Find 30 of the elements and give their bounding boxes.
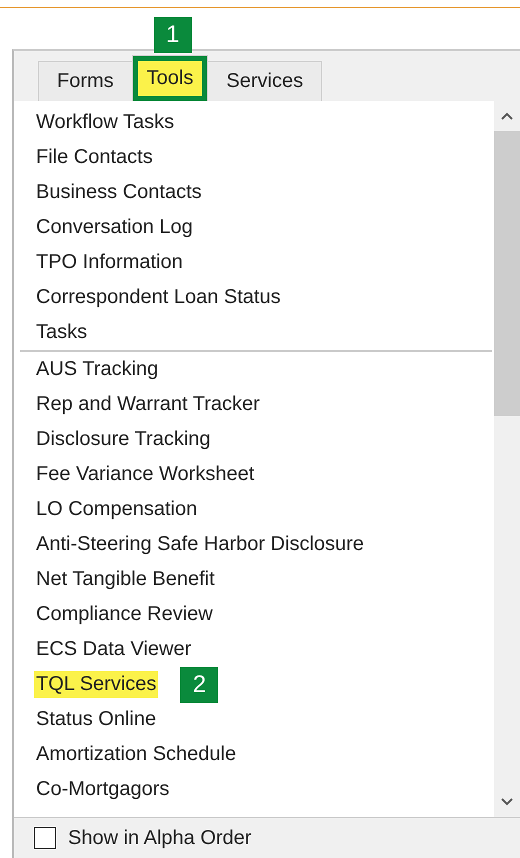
list-item[interactable]: Fee Variance Worksheet: [34, 461, 256, 488]
scrollbar-thumb[interactable]: [494, 131, 520, 416]
list-item[interactable]: Compliance Review: [34, 601, 215, 628]
list-item[interactable]: LO Compensation: [34, 496, 200, 523]
callout-number: 2: [180, 666, 218, 702]
callout-number: 1: [154, 17, 192, 53]
list-item[interactable]: Correspondent Loan Status: [34, 284, 283, 311]
list-item[interactable]: TPO Information: [34, 249, 185, 276]
list-item[interactable]: Workflow Tasks: [34, 109, 176, 136]
scrollbar[interactable]: [494, 101, 520, 817]
list-item[interactable]: Rep and Warrant Tracker: [34, 391, 262, 418]
tab[interactable]: Services: [207, 61, 322, 101]
scroll-up-icon[interactable]: [500, 111, 514, 121]
list-item[interactable]: Amortization Schedule: [34, 741, 238, 768]
list-item[interactable]: Tasks: [34, 319, 90, 346]
list-item[interactable]: ECS Data Viewer: [34, 636, 194, 663]
list-item[interactable]: Business Contacts: [34, 179, 204, 206]
list-item[interactable]: AUS Tracking: [34, 356, 160, 383]
list-item[interactable]: Status Online: [34, 706, 158, 733]
scroll-down-icon[interactable]: [500, 797, 514, 807]
list-item[interactable]: Anti-Steering Safe Harbor Disclosure: [34, 531, 366, 558]
list-item[interactable]: Co-Mortgagors: [34, 776, 172, 803]
tab[interactable]: Tools: [132, 55, 208, 101]
list-item[interactable]: Conversation Log: [34, 214, 195, 241]
list-item[interactable]: Net Tangible Benefit: [34, 566, 217, 593]
list-item[interactable]: File Contacts: [34, 144, 155, 171]
list-item[interactable]: TQL Services: [34, 671, 158, 698]
tab[interactable]: Forms: [38, 61, 133, 101]
checkbox[interactable]: [34, 827, 56, 849]
list-item[interactable]: Disclosure Tracking: [34, 426, 213, 453]
